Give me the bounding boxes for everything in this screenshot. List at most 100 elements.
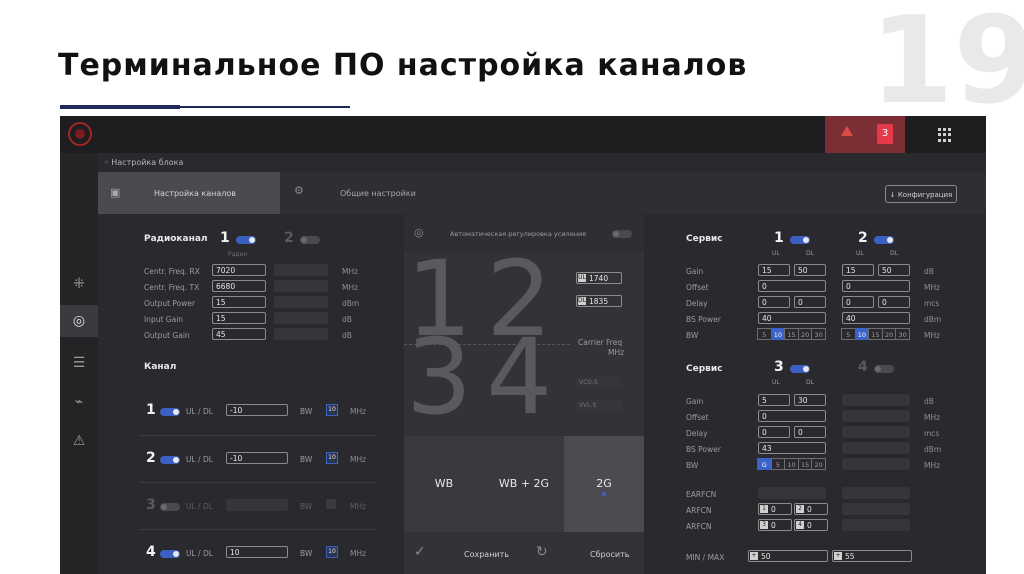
service1-delay-ul-input[interactable]: 0 xyxy=(758,296,790,308)
input-gain-input[interactable]: 15 xyxy=(212,312,266,324)
bw-option-selected[interactable]: 10 xyxy=(770,328,786,340)
service3-bspower-label: BS Power xyxy=(686,445,721,454)
ul-freq-input[interactable]: UL 1740 xyxy=(576,272,622,284)
service3-gain-ul-input[interactable]: 5 xyxy=(758,394,790,406)
breadcrumb[interactable]: ◦ Настройка блока xyxy=(104,158,183,167)
service1-gain-dl-input[interactable]: 50 xyxy=(794,264,826,276)
service2-gain-dl-input[interactable]: 50 xyxy=(878,264,910,276)
centr-freq-rx-input[interactable]: 7020 xyxy=(212,264,266,276)
output-gain-input[interactable]: 45 xyxy=(212,328,266,340)
dl-freq-input[interactable]: DL 1835 xyxy=(576,295,622,307)
save-button[interactable]: ✓ Сохранить xyxy=(404,534,524,574)
service1-offset-input[interactable]: 0 xyxy=(758,280,826,292)
list-icon[interactable]: ☰ xyxy=(60,347,98,379)
bw-option[interactable]: 30 xyxy=(811,328,826,340)
carrier-freq-unit: MHz xyxy=(608,348,625,357)
channel-4-bw[interactable]: 10 xyxy=(326,546,338,558)
tab-general-settings[interactable]: ⚙ Общие настройки xyxy=(280,172,460,214)
output-power-unit: dBm xyxy=(342,299,360,308)
radio-ch2-toggle[interactable] xyxy=(300,236,320,244)
warning-icon[interactable]: ⚠ xyxy=(60,425,98,457)
antenna-settings-icon[interactable]: ◎ xyxy=(60,305,98,337)
centr-freq-tx-input[interactable]: 6680 xyxy=(212,280,266,292)
config-button[interactable]: ↓ Конфигурация xyxy=(885,185,957,203)
bw-option-selected[interactable]: 10 xyxy=(854,328,870,340)
service2-bspower-input[interactable]: 40 xyxy=(842,312,910,324)
bw-option-selected[interactable]: G xyxy=(757,458,772,470)
logo-icon[interactable] xyxy=(68,122,92,146)
bw-option[interactable]: 20 xyxy=(881,328,897,340)
service2-gain-ul-input[interactable]: 15 xyxy=(842,264,874,276)
service2-delay-ul-input[interactable]: 0 xyxy=(842,296,874,308)
apps-grid-icon[interactable] xyxy=(938,128,952,142)
max-input[interactable]: +55 xyxy=(832,550,912,562)
slide-page-number: 19 xyxy=(870,0,1024,131)
bw-option[interactable]: 5 xyxy=(770,458,786,470)
bw-option[interactable]: 15 xyxy=(797,458,813,470)
service1-col1-toggle[interactable] xyxy=(790,236,810,244)
mode-wb-2g-button[interactable]: WB + 2G xyxy=(484,436,564,532)
service2-col2-toggle[interactable] xyxy=(874,365,894,373)
service3-gain-dl-input[interactable]: 30 xyxy=(794,394,826,406)
bw-option[interactable]: 30 xyxy=(895,328,910,340)
service3-offset-input[interactable]: 0 xyxy=(758,410,826,422)
channel-2-value-input[interactable]: -10 xyxy=(226,452,288,464)
service1-col2-toggle[interactable] xyxy=(874,236,894,244)
digits-divider xyxy=(404,344,570,345)
service1-bspower-label: BS Power xyxy=(686,315,721,324)
mode-wb-button[interactable]: WB xyxy=(404,436,484,532)
channel-4-mode: UL / DL xyxy=(186,549,213,558)
agc-toggle[interactable] xyxy=(612,230,632,238)
bw-option[interactable]: 10 xyxy=(784,458,799,470)
signal-icon[interactable]: ⌁ xyxy=(60,386,98,418)
service2-delay-dl-input[interactable]: 0 xyxy=(878,296,910,308)
service1-gain-label: Gain xyxy=(686,267,704,276)
bw-option[interactable]: 15 xyxy=(784,328,799,340)
channel-3-toggle[interactable] xyxy=(160,503,180,511)
service1-delay-dl-input[interactable]: 0 xyxy=(794,296,826,308)
channel-4-value-input[interactable]: 10 xyxy=(226,546,288,558)
bw-option[interactable]: 20 xyxy=(797,328,813,340)
service3-delay-ul-input[interactable]: 0 xyxy=(758,426,790,438)
channel-1-value-input[interactable]: -10 xyxy=(226,404,288,416)
service3-bspower-input[interactable]: 43 xyxy=(758,442,826,454)
service1-bspower-input[interactable]: 40 xyxy=(758,312,826,324)
left-sidebar: ⁜ ◎ ☰ ⌁ ⚠ xyxy=(60,153,98,574)
channel-4-toggle[interactable] xyxy=(160,550,180,558)
tab-channel-settings[interactable]: ▣ Настройка каналов xyxy=(98,172,280,214)
min-input[interactable]: +50 xyxy=(748,550,828,562)
centr-freq-rx-input-2 xyxy=(274,264,328,276)
terminal-app-window: 3 ⁜ ◎ ☰ ⌁ ⚠ ◦ Настройка блока ▣ Настройк… xyxy=(60,116,986,574)
channel-4-number: 4 xyxy=(146,544,156,560)
network-icon[interactable]: ⁜ xyxy=(60,268,98,300)
service2-offset-input[interactable]: 0 xyxy=(842,280,910,292)
service1-bw-selector[interactable]: 5 10 15 20 30 xyxy=(757,328,826,340)
service3-bw-selector[interactable]: G 5 10 15 20 xyxy=(757,458,826,470)
arfcn-1b-input[interactable]: 20 xyxy=(794,503,828,515)
arfcn-1a-input[interactable]: 10 xyxy=(758,503,792,515)
service2-col1-toggle[interactable] xyxy=(790,365,810,373)
service2-col1-number: 3 xyxy=(774,359,784,375)
arfcn-2a-input[interactable]: 30 xyxy=(758,519,792,531)
channel-1-bw[interactable]: 10 xyxy=(326,404,338,416)
channel-1-unit: MHz xyxy=(350,407,367,416)
output-power-input[interactable]: 15 xyxy=(212,296,266,308)
bw-option[interactable]: 5 xyxy=(757,328,772,340)
service4-bspower-input xyxy=(842,442,910,454)
channel-2-toggle[interactable] xyxy=(160,456,180,464)
service2-bw-selector[interactable]: 5 10 15 20 30 xyxy=(841,328,910,340)
channel-2-bw[interactable]: 10 xyxy=(326,452,338,464)
arfcn-2b-input[interactable]: 40 xyxy=(794,519,828,531)
bw-option[interactable]: 20 xyxy=(811,458,826,470)
service1-gain-ul-input[interactable]: 15 xyxy=(758,264,790,276)
reset-button[interactable]: ↻ Сбросить xyxy=(524,534,644,574)
alarm-indicator[interactable]: 3 xyxy=(825,116,905,153)
radio-ch1-toggle[interactable] xyxy=(236,236,256,244)
service2-col2-number: 4 xyxy=(858,359,868,375)
service3-delay-dl-input[interactable]: 0 xyxy=(794,426,826,438)
bw-option[interactable]: 5 xyxy=(841,328,856,340)
channel-1-toggle[interactable] xyxy=(160,408,180,416)
channel-2-bw-label: BW xyxy=(300,455,313,464)
bw-option[interactable]: 15 xyxy=(868,328,883,340)
mode-2g-button[interactable]: 2G xyxy=(564,436,644,532)
